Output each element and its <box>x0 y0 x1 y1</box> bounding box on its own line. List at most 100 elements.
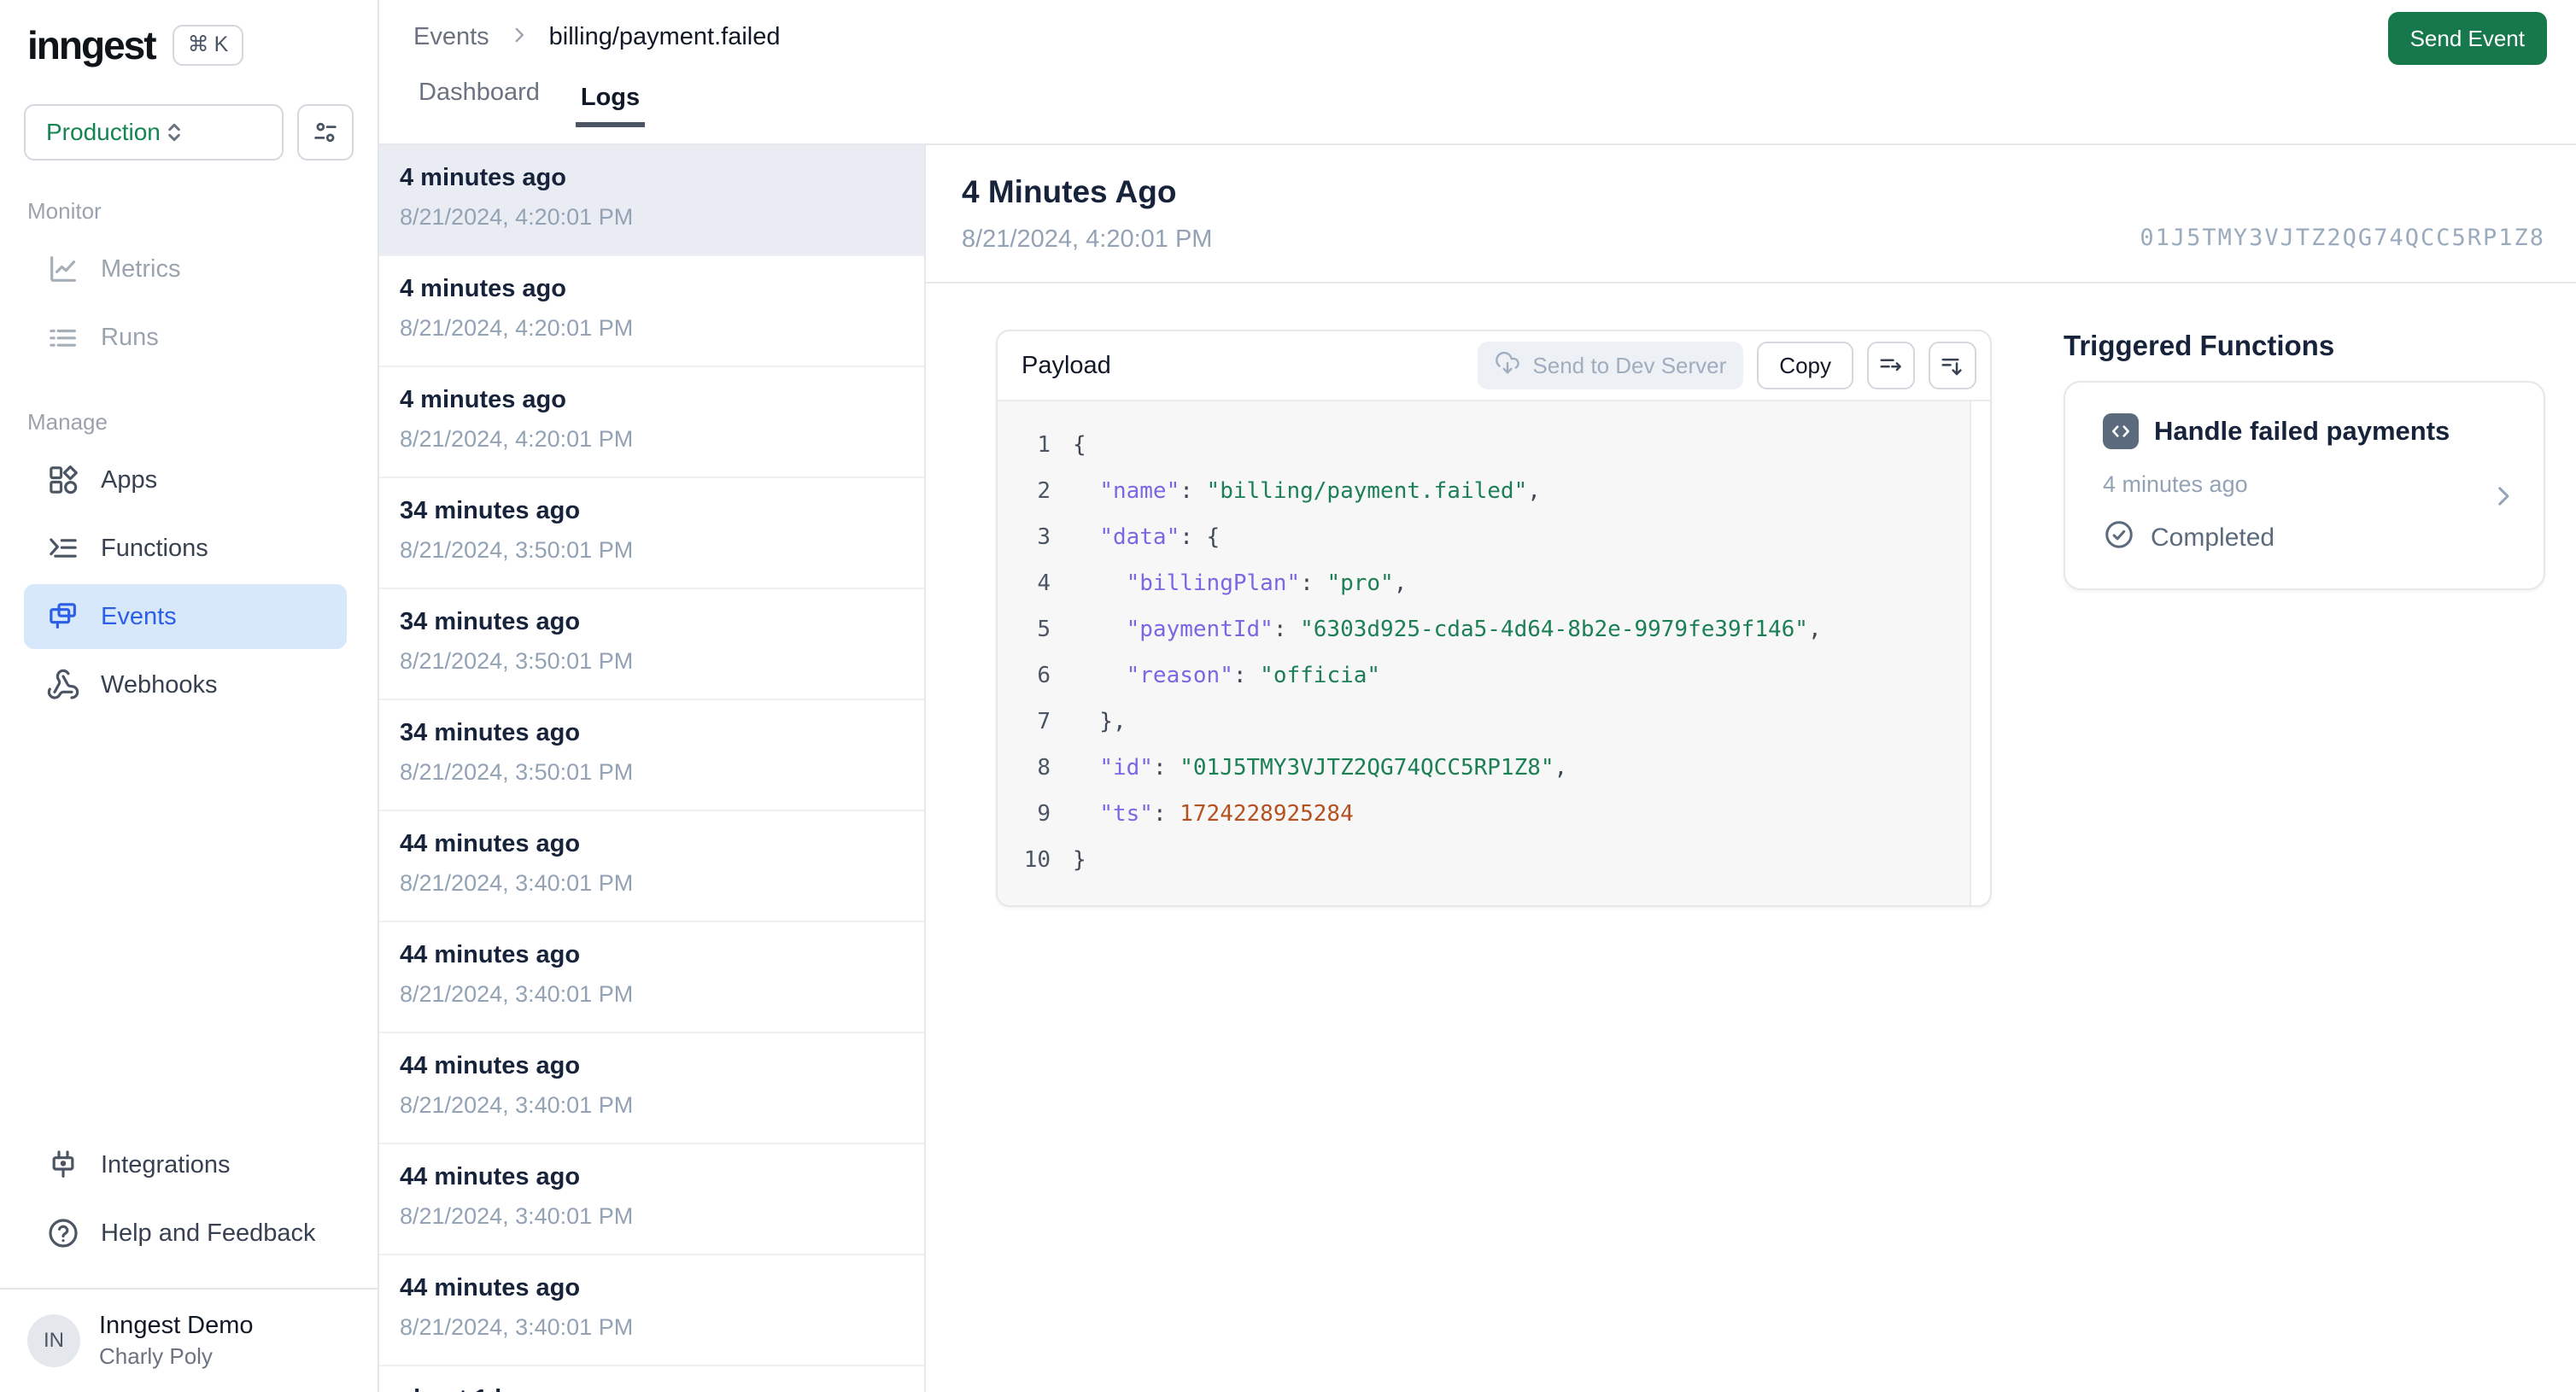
line-chart-icon <box>46 252 80 286</box>
functions-terminal-icon <box>46 531 80 565</box>
command-k-shortcut[interactable]: ⌘ K <box>172 25 244 66</box>
triggered-functions-title: Triggered Functions <box>2064 330 2335 361</box>
lines-arrow-down-icon <box>1940 353 1965 378</box>
function-name: Handle failed payments <box>2154 416 2450 446</box>
event-absolute-time: 8/21/2024, 3:40:01 PM <box>400 1203 634 1229</box>
event-relative-time: 44 minutes ago <box>400 830 581 857</box>
function-code-icon <box>2103 413 2139 449</box>
breadcrumb: Events billing/payment.failed <box>413 22 2576 52</box>
help-circle-icon <box>46 1216 80 1250</box>
event-relative-time: 44 minutes ago <box>400 1274 581 1301</box>
code-line: 2 "name": "billing/payment.failed", <box>1037 478 1541 504</box>
breadcrumb-events-link[interactable]: Events <box>413 23 489 51</box>
event-list-item[interactable]: about 1 hour ago <box>379 1366 924 1392</box>
tabs: Dashboard Logs <box>413 67 2576 127</box>
event-list-item[interactable]: 4 minutes ago 8/21/2024, 4:20:01 PM <box>379 256 924 367</box>
sidebar-item-help-and-feedback[interactable]: Help and Feedback <box>24 1199 347 1267</box>
event-list-item[interactable]: 44 minutes ago 8/21/2024, 3:40:01 PM <box>379 1033 924 1144</box>
sidebar-item-functions[interactable]: Functions <box>24 514 347 582</box>
payload-code[interactable]: 1{ 2 "name": "billing/payment.failed", 3 "… <box>998 401 1990 905</box>
app-window: inngest ⌘ K Production Monitor Metrics R… <box>0 0 2576 1392</box>
word-wrap-button[interactable] <box>1867 342 1915 389</box>
code-line: 6 "reason": "officia" <box>1037 663 1381 688</box>
environment-select[interactable]: Production <box>24 104 284 161</box>
event-relative-time: 4 minutes ago <box>400 164 566 191</box>
check-circle-icon <box>2103 518 2135 558</box>
environment-settings-button[interactable] <box>297 104 354 161</box>
event-absolute-time: 8/21/2024, 4:20:01 PM <box>400 426 634 452</box>
user-name: Charly Poly <box>99 1343 213 1369</box>
event-list-item[interactable]: 4 minutes ago 8/21/2024, 4:20:01 PM <box>379 367 924 478</box>
code-line: 8 "id": "01J5TMY3VJTZ2QG74QCC5RP1Z8", <box>1037 755 1568 781</box>
event-list-item[interactable]: 34 minutes ago 8/21/2024, 3:50:01 PM <box>379 700 924 811</box>
chevron-right-icon <box>508 24 530 52</box>
send-to-dev-server-button[interactable]: Send to Dev Server <box>1478 342 1744 389</box>
triggered-function-card[interactable]: Handle failed payments 4 minutes ago Com… <box>2064 381 2545 590</box>
code-line: 5 "paymentId": "6303d925-cda5-4d64-8b2e-… <box>1037 617 1822 642</box>
event-absolute-time: 8/21/2024, 4:20:01 PM <box>400 204 634 230</box>
event-absolute-time: 8/21/2024, 3:40:01 PM <box>400 981 634 1007</box>
event-list-item[interactable]: 44 minutes ago 8/21/2024, 3:40:01 PM <box>379 1144 924 1255</box>
event-relative-time: 4 minutes ago <box>400 386 566 413</box>
sidebar-item-integrations[interactable]: Integrations <box>24 1131 347 1199</box>
event-list: 4 minutes ago 8/21/2024, 4:20:01 PM 4 mi… <box>379 145 926 1392</box>
tab-dashboard[interactable]: Dashboard <box>413 79 545 127</box>
event-relative-time: 34 minutes ago <box>400 608 581 635</box>
event-list-item[interactable]: 4 minutes ago 8/21/2024, 4:20:01 PM <box>379 145 924 256</box>
events-icon <box>46 599 80 634</box>
chevron-up-down-icon <box>161 119 266 146</box>
event-list-item[interactable]: 44 minutes ago 8/21/2024, 3:40:01 PM <box>379 922 924 1033</box>
event-relative-time: 34 minutes ago <box>400 719 581 746</box>
topbar: Events billing/payment.failed Dashboard … <box>379 0 2576 145</box>
code-line: 1{ <box>1037 432 1086 458</box>
sidebar-item-runs[interactable]: Runs <box>24 303 347 371</box>
breadcrumb-current: billing/payment.failed <box>548 23 781 50</box>
user-menu[interactable]: IN Inngest Demo Charly Poly <box>0 1288 378 1392</box>
payload-title: Payload <box>1022 351 1111 379</box>
user-org: Inngest Demo <box>99 1312 254 1339</box>
event-list-item[interactable]: 44 minutes ago 8/21/2024, 3:40:01 PM <box>379 811 924 922</box>
runs-list-icon <box>46 320 80 354</box>
webhook-icon <box>46 668 80 702</box>
sidebar-section-manage: Manage <box>27 409 108 435</box>
send-event-button[interactable]: Send Event <box>2387 12 2547 65</box>
event-relative-time: 44 minutes ago <box>400 1163 581 1190</box>
code-line: 4 "billingPlan": "pro", <box>1037 570 1408 596</box>
event-absolute-time: 8/21/2024, 3:40:01 PM <box>400 1092 634 1118</box>
sidebar-item-metrics[interactable]: Metrics <box>24 235 347 303</box>
chevron-right-icon <box>2489 482 2518 518</box>
sidebar-item-events[interactable]: Events <box>24 584 347 649</box>
code-line: 3 "data": { <box>1037 524 1221 550</box>
function-status: Completed <box>2151 523 2275 552</box>
sidebar-item-webhooks[interactable]: Webhooks <box>24 651 347 719</box>
event-title: 4 Minutes Ago <box>962 174 1177 209</box>
sliders-icon <box>311 118 340 147</box>
tab-logs[interactable]: Logs <box>575 84 646 127</box>
event-relative-time: 44 minutes ago <box>400 941 581 968</box>
sidebar-section-monitor: Monitor <box>27 198 102 224</box>
code-scrollbar[interactable] <box>1970 401 1990 905</box>
event-absolute-time: 8/21/2024, 3:50:01 PM <box>400 648 634 674</box>
cloud-download-icon <box>1495 350 1520 382</box>
event-id: 01J5TMY3VJTZ2QG74QCC5RP1Z8 <box>2140 225 2545 251</box>
event-relative-time: 44 minutes ago <box>400 1052 581 1079</box>
avatar: IN <box>27 1314 80 1367</box>
event-absolute-time: 8/21/2024, 3:50:01 PM <box>400 759 634 785</box>
plug-icon <box>46 1148 80 1182</box>
copy-button[interactable]: Copy <box>1757 342 1853 389</box>
environment-value: Production <box>46 119 161 145</box>
event-relative-time: about 1 hour ago <box>400 1385 904 1392</box>
event-relative-time: 4 minutes ago <box>400 275 566 302</box>
scroll-to-bottom-button[interactable] <box>1929 342 1976 389</box>
sidebar-item-apps[interactable]: Apps <box>24 446 347 514</box>
event-list-item[interactable]: 44 minutes ago 8/21/2024, 3:40:01 PM <box>379 1255 924 1366</box>
event-list-item[interactable]: 34 minutes ago 8/21/2024, 3:50:01 PM <box>379 478 924 589</box>
payload-card: Payload Send to Dev Server Copy 1 {2 "n… <box>996 330 1992 907</box>
event-list-item[interactable]: 34 minutes ago 8/21/2024, 3:50:01 PM <box>379 589 924 700</box>
inngest-logo[interactable]: inngest <box>27 22 157 68</box>
event-relative-time: 34 minutes ago <box>400 497 581 524</box>
apps-shapes-icon <box>46 463 80 497</box>
event-detail: 4 Minutes Ago 8/21/2024, 4:20:01 PM 01J5… <box>926 145 2576 1392</box>
event-absolute-time: 8/21/2024, 4:20:01 PM <box>400 315 634 341</box>
event-absolute-time: 8/21/2024, 3:50:01 PM <box>400 537 634 563</box>
